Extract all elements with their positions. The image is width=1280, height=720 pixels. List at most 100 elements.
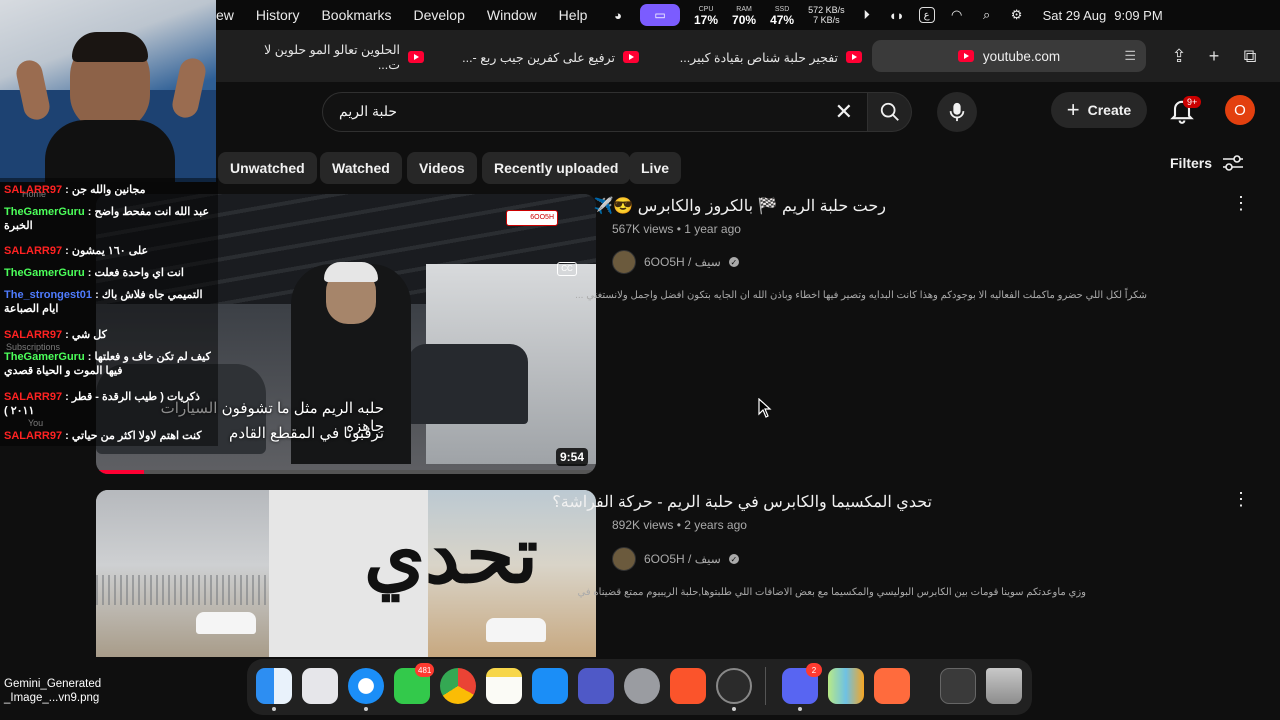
notes-icon[interactable] — [486, 668, 522, 704]
brave-icon[interactable] — [670, 668, 706, 704]
wifi-icon[interactable]: ◠ — [949, 7, 965, 23]
recent-folder-icon[interactable] — [940, 668, 976, 704]
control-center-icon[interactable]: ⚙ — [1009, 7, 1025, 23]
browser-tab[interactable]: ترفيع على كفرين جيب ربع -... — [459, 44, 639, 70]
desktop-file[interactable]: Gemini_Generated _Image_...vn9.png — [4, 677, 101, 705]
channel-link[interactable]: 6OO5H / سيف ✓ — [612, 250, 739, 274]
more-actions-icon[interactable]: ⋮ — [1232, 490, 1250, 508]
verified-check-icon: ✓ — [728, 554, 739, 564]
airpods-icon[interactable]: ◖◗ — [889, 7, 905, 23]
system-settings-icon[interactable] — [624, 668, 660, 704]
menu-history[interactable]: History — [245, 7, 311, 23]
system-app-icon[interactable] — [578, 668, 614, 704]
channel-link[interactable]: 6OO5H / سيف ✓ — [612, 547, 739, 571]
thumbnail-title-text: تحدي — [363, 511, 539, 599]
utility-app-icon[interactable] — [828, 668, 864, 704]
video-thumbnail[interactable]: تحدي — [96, 490, 596, 657]
chat-message: TheGamerGuru : كيف لم تكن خاف و فعلتها ف… — [4, 351, 211, 377]
menu-bar-time[interactable]: 9:09 PM — [1114, 8, 1162, 23]
input-source-icon[interactable]: ع — [918, 7, 935, 23]
chat-message: TheGamerGuru : عبد الله انت مفحط واضح ال… — [4, 206, 210, 232]
channel-name[interactable]: 6OO5H / سيف — [644, 255, 721, 269]
chat-message: SALARR97 : مجانين والله جن — [4, 184, 146, 196]
ram-meter[interactable]: RAM 70% — [732, 5, 756, 26]
running-indicator — [272, 707, 276, 711]
video-title[interactable]: رحت حلبة الريم 🏁 بالكروز والكابرس 😎✈️ — [594, 196, 887, 216]
mouse-cursor-icon — [758, 398, 772, 418]
ssd-meter[interactable]: SSD 47% — [770, 5, 794, 26]
ghost-you-label: You — [28, 418, 44, 428]
stage-manager-icon[interactable]: ▭ — [640, 4, 680, 26]
running-indicator — [364, 707, 368, 711]
more-actions-icon[interactable]: ⋮ — [1232, 194, 1250, 212]
macos-dock: 481 2 — [247, 659, 1032, 715]
verified-check-icon: ✓ — [728, 257, 739, 267]
play-circle-icon[interactable]: ⏵ — [859, 7, 875, 23]
plus-icon: + — [1066, 97, 1080, 122]
obs-icon[interactable] — [716, 668, 752, 704]
launchpad-icon[interactable] — [302, 668, 338, 704]
chat-message: SALARR97 : كنت اهتم لاولا اكثر من حياتي — [4, 430, 202, 442]
channel-avatar[interactable] — [612, 250, 636, 274]
network-meter[interactable]: 572 KB/s 7 KB/s — [808, 5, 845, 25]
spotlight-search-icon[interactable]: ⌕ — [979, 7, 995, 23]
chrome-icon[interactable] — [440, 668, 476, 704]
filters-label: Filters — [1170, 155, 1213, 171]
menu-bar-date[interactable]: Sat 29 Aug — [1043, 8, 1107, 23]
chip-videos[interactable]: Videos — [407, 152, 477, 184]
app-store-icon[interactable] — [532, 668, 568, 704]
video-description: وزي ماوعدتكم سوينا قومات بين الكابرس الب… — [577, 587, 1086, 598]
clear-search-icon[interactable]: ✕ — [835, 101, 853, 123]
chip-live[interactable]: Live — [629, 152, 682, 184]
finder-icon[interactable] — [256, 668, 292, 704]
menu-view[interactable]: ew — [216, 7, 245, 23]
cc-badge: CC — [557, 262, 577, 276]
desktop-file-name-line1: Gemini_Generated — [4, 678, 102, 690]
search-button[interactable] — [868, 92, 912, 132]
browser-tab[interactable]: تفجير حلبة شناص بقيادة كبير... — [677, 44, 862, 70]
account-avatar[interactable]: O — [1225, 95, 1255, 125]
chip-unwatched[interactable]: Unwatched — [218, 152, 317, 184]
menu-window[interactable]: Window — [476, 7, 548, 23]
browser-tab[interactable]: الحلوين تعالو المو حلوين لا ت... — [244, 43, 424, 72]
reader-mode-icon[interactable]: ☰ — [1124, 48, 1136, 64]
filters-button[interactable]: Filters — [1170, 154, 1244, 172]
microphone-icon — [949, 102, 965, 122]
claude-icon[interactable] — [874, 668, 910, 704]
chat-message: SALARR97 : على ١٦٠ يمشون — [4, 245, 149, 257]
watch-progress-bar — [96, 470, 144, 474]
video-stats: 567K views • 1 year ago — [612, 222, 741, 236]
menu-bookmarks[interactable]: Bookmarks — [310, 7, 402, 23]
youtube-favicon-icon — [846, 51, 862, 63]
chat-message: The_strongest01 : التميمي جاه فلاش باك ا… — [4, 289, 203, 315]
tab-title: الحلوين تعالو المو حلوين لا ت... — [264, 43, 400, 72]
menu-help[interactable]: Help — [548, 7, 599, 23]
youtube-favicon-icon — [623, 51, 639, 63]
search-icon — [880, 102, 899, 121]
channel-logo-watermark: 6OO5H — [506, 210, 558, 226]
share-icon[interactable]: ⇪ — [1166, 43, 1192, 69]
tab-overview-icon[interactable]: ⧉ — [1237, 43, 1263, 69]
voice-search-button[interactable] — [937, 92, 977, 132]
channel-avatar[interactable] — [612, 547, 636, 571]
safari-icon[interactable] — [348, 668, 384, 704]
channel-name[interactable]: 6OO5H / سيف — [644, 552, 721, 566]
menu-develop[interactable]: Develop — [403, 7, 476, 23]
video-title[interactable]: تحدي المكسيما والكابرس في حلبة الريم - ح… — [552, 492, 932, 512]
chip-watched[interactable]: Watched — [320, 152, 402, 184]
discord-badge: 2 — [806, 663, 822, 677]
webcam-overlay — [0, 0, 216, 182]
search-input[interactable]: حلبة الريم ✕ — [322, 92, 868, 132]
create-button[interactable]: + Create — [1051, 92, 1147, 128]
color-wheel-icon[interactable]: ◕ — [610, 7, 626, 23]
desktop-file-name-line2: _Image_...vn9.png — [4, 692, 100, 704]
new-tab-icon[interactable]: + — [1201, 43, 1227, 69]
cpu-meter[interactable]: CPU 17% — [694, 5, 718, 26]
address-bar[interactable]: youtube.com ☰ — [872, 40, 1146, 72]
trash-icon[interactable] — [986, 668, 1022, 704]
video-stats: 892K views • 2 years ago — [612, 518, 747, 532]
filter-sliders-icon — [1223, 155, 1244, 171]
chip-recently-uploaded[interactable]: Recently uploaded — [482, 152, 631, 184]
messages-badge: 481 — [415, 663, 435, 677]
chat-message: SALARR97 : ذكريات ( طيب الرقدة - قطر ٢٠١… — [4, 391, 200, 417]
